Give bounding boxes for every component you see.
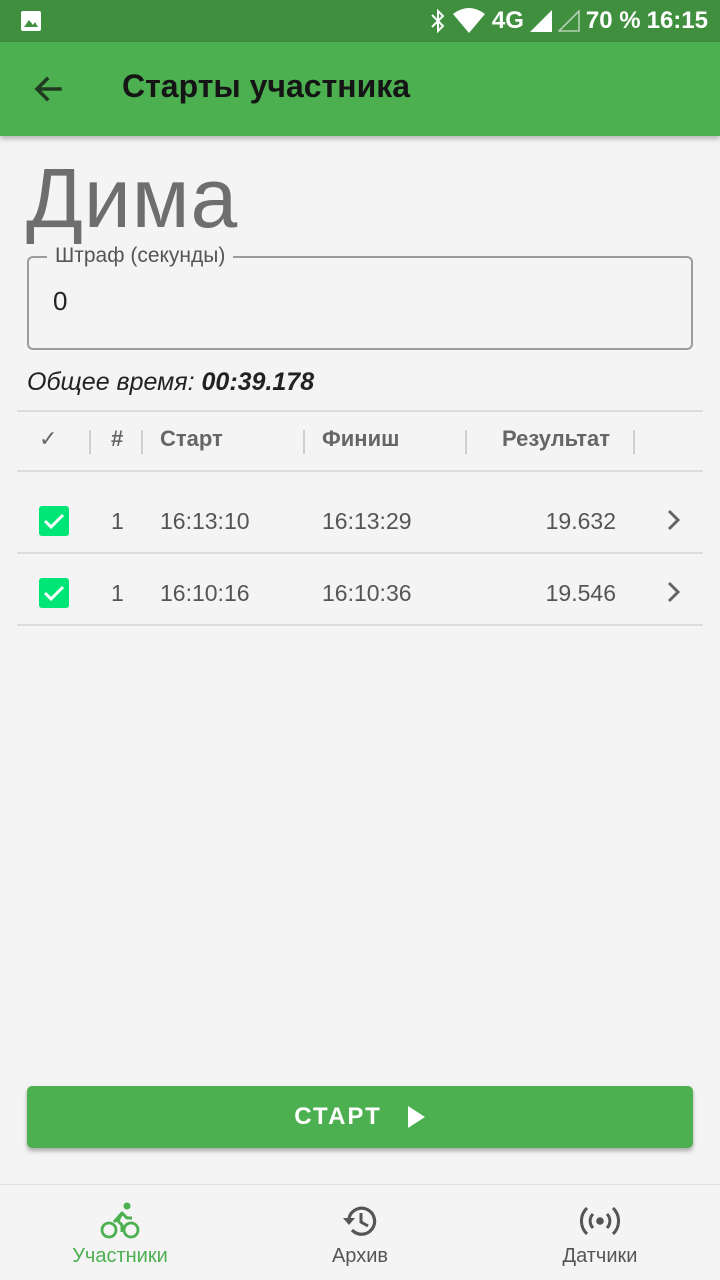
check-icon <box>43 585 65 602</box>
chevron-right-icon[interactable] <box>661 506 685 534</box>
column-separator <box>89 430 91 454</box>
app-bar: Старты участника <box>0 42 720 136</box>
total-time-label: Общее время: <box>27 368 195 396</box>
row-checkbox[interactable] <box>39 506 69 536</box>
row-start: 16:10:16 <box>160 580 250 606</box>
total-time: Общее время: 00:39.178 <box>27 368 314 397</box>
divider <box>17 470 703 472</box>
table-row[interactable]: 1 16:13:10 16:13:29 19.632 <box>17 482 703 562</box>
bluetooth-icon <box>431 9 445 33</box>
row-result: 19.546 <box>545 580 616 606</box>
chevron-right-icon[interactable] <box>661 578 685 606</box>
header-result: Результат <box>502 426 611 451</box>
column-separator <box>141 430 143 454</box>
column-separator <box>633 430 635 454</box>
divider <box>17 624 703 626</box>
nav-label: Архив <box>331 1245 389 1267</box>
row-result: 19.632 <box>545 508 616 534</box>
network-type: 4G <box>491 7 524 34</box>
penalty-input[interactable] <box>53 286 653 317</box>
gallery-icon <box>21 11 41 31</box>
penalty-label: Штраф (секунды) <box>47 244 234 268</box>
signal-icon <box>529 10 552 32</box>
page-title: Старты участника <box>122 68 411 104</box>
start-button[interactable]: СТАРТ <box>27 1086 693 1148</box>
row-start: 16:13:10 <box>160 508 250 534</box>
bottom-navigation: Участники Архив Датчики <box>0 1184 720 1280</box>
row-checkbox[interactable] <box>39 578 69 608</box>
header-check: ✓ <box>39 426 58 451</box>
clock: 16:15 <box>646 7 708 34</box>
row-finish: 16:13:29 <box>322 508 412 534</box>
nav-label: Участники <box>72 1245 168 1267</box>
signal-empty-icon <box>557 10 580 32</box>
column-separator <box>303 430 305 454</box>
header-start: Старт <box>160 426 223 451</box>
row-number: 1 <box>111 580 124 606</box>
history-icon <box>343 1206 377 1236</box>
sensors-icon <box>580 1206 620 1236</box>
nav-sensors[interactable]: Датчики <box>480 1185 720 1280</box>
row-finish: 16:10:36 <box>322 580 412 606</box>
row-number: 1 <box>111 508 124 534</box>
table-header: ✓ # Старт Финиш Результат <box>17 412 703 470</box>
arrow-back-icon[interactable] <box>28 69 68 109</box>
nav-participants[interactable]: Участники <box>0 1185 240 1280</box>
header-finish: Финиш <box>322 426 400 451</box>
battery-level: 70 % <box>585 7 641 34</box>
column-separator <box>465 430 467 454</box>
start-button-label: СТАРТ <box>294 1103 382 1130</box>
bicycle-icon <box>100 1202 140 1239</box>
status-bar: 4G 70 % 16:15 <box>0 0 720 42</box>
play-icon <box>407 1106 425 1128</box>
table-row[interactable]: 1 16:10:16 16:10:36 19.546 <box>17 554 703 634</box>
status-icons: 4G 70 % 16:15 <box>430 0 708 42</box>
wifi-icon <box>452 8 485 33</box>
header-number: # <box>111 426 124 451</box>
nav-label: Датчики <box>562 1245 638 1267</box>
check-icon <box>43 513 65 530</box>
nav-archive[interactable]: Архив <box>240 1185 480 1280</box>
participant-name: Дима <box>26 151 239 245</box>
total-time-value: 00:39.178 <box>201 368 315 396</box>
penalty-field[interactable]: Штраф (секунды) <box>27 244 693 350</box>
